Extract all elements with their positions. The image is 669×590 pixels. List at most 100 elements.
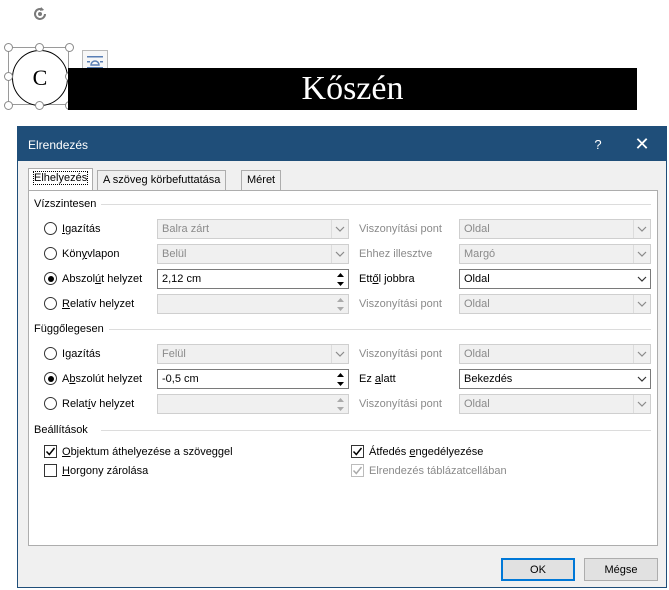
move-with-text-checkbox[interactable] <box>44 445 57 458</box>
v-relative-position-input[interactable] <box>157 394 349 414</box>
spin-down-button[interactable] <box>333 379 348 388</box>
layout-in-cell-label: Elrendezés táblázatcellában <box>369 465 507 477</box>
close-icon: ✕ <box>634 133 650 154</box>
settings-divider <box>101 430 651 431</box>
horizontal-divider <box>101 204 651 205</box>
v-relative-position-radio[interactable] <box>44 397 57 410</box>
chevron-down-icon <box>335 351 345 357</box>
resize-handle-tl[interactable] <box>4 43 13 52</box>
tab-size-label: Méret <box>247 174 276 186</box>
h-book-layout-radio[interactable] <box>44 247 57 260</box>
h-absolute-relative-label: Ettől jobbra <box>359 273 415 285</box>
v-absolute-position-label: Abszolút helyzet <box>62 373 143 385</box>
tab-position-label: Elhelyezés <box>32 171 89 185</box>
v-alignment-relative-label: Viszonyítási pont <box>359 348 442 360</box>
h-book-layout-label: Könyvlapon <box>62 248 120 260</box>
spin-down-icon <box>337 306 344 311</box>
h-book-layout-relative-select[interactable]: Margó <box>459 244 651 264</box>
v-absolute-relative-select[interactable]: Bekezdés <box>459 369 651 389</box>
layout-dialog: Elrendezés ? ✕ Elhelyezés A szöveg körbe… <box>17 126 667 588</box>
h-alignment-select[interactable]: Balra zárt <box>157 219 349 239</box>
spin-up-icon <box>337 297 344 302</box>
tab-position[interactable]: Elhelyezés <box>28 168 94 190</box>
move-with-text-label: Objektum áthelyezése a szöveggel <box>62 446 233 458</box>
spin-down-button[interactable] <box>333 304 348 313</box>
horizontal-heading: Vízszintesen <box>34 198 97 210</box>
h-relative-position-input[interactable] <box>157 294 349 314</box>
chevron-down-icon <box>637 251 647 257</box>
dialog-titlebar[interactable]: Elrendezés ? ✕ <box>18 127 666 161</box>
tab-text-wrapping-label: A szöveg körbefuttatása <box>103 174 221 186</box>
chevron-down-icon <box>637 401 647 407</box>
chevron-down-icon <box>335 226 345 232</box>
spin-down-button[interactable] <box>333 404 348 413</box>
h-book-layout-select[interactable]: Belül <box>157 244 349 264</box>
h-book-layout-relative-label: Ehhez illesztve <box>359 248 433 260</box>
chevron-down-icon <box>637 276 647 282</box>
h-alignment-relative-label: Viszonyítási pont <box>359 223 442 235</box>
allow-overlap-label: Átfedés engedélyezése <box>369 446 484 458</box>
spin-down-icon <box>337 281 344 286</box>
h-alignment-label: Igazítás <box>62 223 101 235</box>
checkmark-icon <box>45 447 56 456</box>
chevron-down-icon <box>335 251 345 257</box>
v-alignment-select[interactable]: Felül <box>157 344 349 364</box>
resize-handle-bl[interactable] <box>4 101 13 110</box>
h-relative-relative-select[interactable]: Oldal <box>459 294 651 314</box>
v-relative-relative-label: Viszonyítási pont <box>359 398 442 410</box>
h-relative-position-label: Relatív helyzet <box>62 298 135 310</box>
h-alignment-relative-select[interactable]: Oldal <box>459 219 651 239</box>
h-relative-relative-label: Viszonyítási pont <box>359 298 442 310</box>
resize-handle-bm[interactable] <box>35 101 44 110</box>
circle-shape[interactable]: C <box>12 50 68 106</box>
spin-down-button[interactable] <box>333 279 348 288</box>
checkmark-icon <box>352 447 363 456</box>
v-absolute-position-radio[interactable] <box>44 372 57 385</box>
close-button[interactable]: ✕ <box>628 132 656 156</box>
position-tab-pane: Vízszintesen Igazítás Balra zárt Viszony… <box>28 190 658 546</box>
lock-anchor-checkbox[interactable] <box>44 464 57 477</box>
layout-in-cell-checkbox[interactable] <box>351 464 364 477</box>
settings-heading: Beállítások <box>34 424 88 436</box>
dialog-title: Elrendezés <box>28 138 89 152</box>
chevron-down-icon <box>637 226 647 232</box>
spin-up-button[interactable] <box>333 370 348 379</box>
h-alignment-radio[interactable] <box>44 222 57 235</box>
checkmark-icon <box>352 466 363 475</box>
h-absolute-position-radio[interactable] <box>44 272 57 285</box>
resize-handle-tm[interactable] <box>35 43 44 52</box>
v-relative-relative-select[interactable]: Oldal <box>459 394 651 414</box>
lock-anchor-label: Horgony zárolása <box>62 465 149 477</box>
spin-up-icon <box>337 272 344 277</box>
tab-text-wrapping[interactable]: A szöveg körbefuttatása <box>97 170 227 190</box>
banner-textbox[interactable]: Kőszén <box>68 68 637 110</box>
spin-up-button[interactable] <box>333 395 348 404</box>
spin-down-icon <box>337 406 344 411</box>
resize-handle-tr[interactable] <box>65 43 74 52</box>
help-button[interactable]: ? <box>586 133 610 155</box>
spin-up-icon <box>337 397 344 402</box>
v-alignment-label: Igazítás <box>62 348 101 360</box>
cancel-button[interactable]: Mégse <box>584 558 658 581</box>
chevron-down-icon <box>637 376 647 382</box>
vertical-divider <box>109 329 651 330</box>
h-absolute-position-label: Abszolút helyzet <box>62 273 143 285</box>
spin-up-button[interactable] <box>333 270 348 279</box>
banner-text: Kőszén <box>301 70 404 107</box>
rotate-handle[interactable] <box>30 4 50 24</box>
h-absolute-position-input[interactable]: 2,12 cm <box>157 269 349 289</box>
allow-overlap-checkbox[interactable] <box>351 445 364 458</box>
resize-handle-ml[interactable] <box>4 72 13 81</box>
spin-up-button[interactable] <box>333 295 348 304</box>
ok-button[interactable]: OK <box>501 558 575 581</box>
tab-size[interactable]: Méret <box>241 170 282 190</box>
v-absolute-position-input[interactable]: -0,5 cm <box>157 369 349 389</box>
v-alignment-radio[interactable] <box>44 347 57 360</box>
h-relative-position-radio[interactable] <box>44 297 57 310</box>
spin-up-icon <box>337 372 344 377</box>
v-alignment-relative-select[interactable]: Oldal <box>459 344 651 364</box>
v-relative-position-label: Relatív helyzet <box>62 398 135 410</box>
chevron-down-icon <box>637 301 647 307</box>
h-absolute-relative-select[interactable]: Oldal <box>459 269 651 289</box>
chevron-down-icon <box>637 351 647 357</box>
